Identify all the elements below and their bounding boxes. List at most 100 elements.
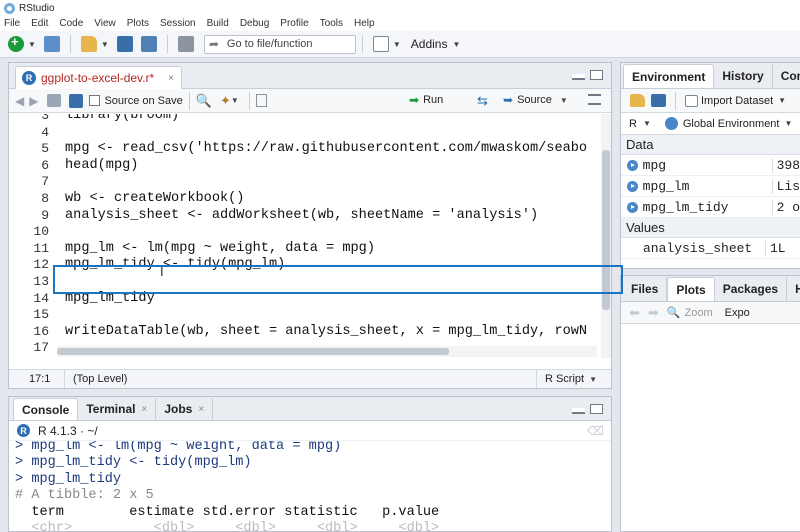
- file-type-selector[interactable]: R Script ▼: [535, 370, 611, 388]
- compile-report-icon[interactable]: [255, 94, 267, 107]
- tab-terminal-label: Terminal: [86, 402, 136, 416]
- tab-plots[interactable]: Plots: [667, 277, 715, 301]
- horizontal-scrollbar[interactable]: [57, 346, 597, 357]
- export-button[interactable]: Expo: [725, 307, 750, 319]
- menu-code[interactable]: Code: [59, 18, 83, 29]
- tab-console[interactable]: Console: [13, 398, 79, 420]
- tab-history[interactable]: History: [714, 64, 773, 88]
- console-header: R R 4.1.3 · ~/ ⌫: [9, 421, 611, 441]
- menu-help[interactable]: Help: [354, 18, 375, 29]
- show-in-window-icon[interactable]: [47, 94, 62, 107]
- menu-bar: File Edit Code View Plots Session Build …: [0, 16, 800, 31]
- open-folder-icon[interactable]: [80, 36, 97, 52]
- editor-status-bar: 17:1 (Top Level) R Script ▼: [9, 369, 611, 388]
- code-line: head(mpg): [65, 157, 139, 173]
- environment-pane: Environment History Conn Import Dataset …: [620, 62, 800, 269]
- save-icon[interactable]: [69, 93, 84, 108]
- console-line: > mpg_lm <- lm(mpg ~ weight, data = mpg): [15, 441, 342, 454]
- import-dataset-button[interactable]: Import Dataset: [701, 95, 773, 107]
- scroll-thumb[interactable]: [57, 348, 449, 355]
- divider: [166, 35, 168, 53]
- tab-environment[interactable]: Environment: [623, 64, 715, 88]
- save-icon[interactable]: [116, 36, 133, 52]
- print-icon[interactable]: [177, 36, 194, 52]
- env-variable-row[interactable]: analysis_sheet 1L: [621, 238, 800, 259]
- language-selector[interactable]: R: [629, 118, 637, 130]
- rerun-icon[interactable]: ⇆: [477, 93, 488, 109]
- source-button[interactable]: ➥ Source ▼: [503, 93, 572, 107]
- close-icon[interactable]: ×: [168, 73, 174, 84]
- save-workspace-icon[interactable]: [651, 94, 666, 107]
- chevron-down-icon[interactable]: ▼: [231, 96, 239, 105]
- editor-file-tab[interactable]: R ggplot-to-excel-dev.r* ×: [15, 66, 182, 89]
- forward-arrow-icon[interactable]: ➡: [648, 305, 659, 321]
- tab-jobs[interactable]: Jobs ×: [156, 398, 214, 420]
- chevron-down-icon[interactable]: ▼: [784, 119, 792, 128]
- tab-files[interactable]: Files: [623, 277, 668, 301]
- file-type-label: R Script: [544, 373, 585, 385]
- tab-connections[interactable]: Conn: [773, 64, 800, 88]
- maximize-pane-button[interactable]: [590, 70, 603, 80]
- scope-selector[interactable]: Global Environment: [683, 118, 780, 130]
- chevron-down-icon[interactable]: ▼: [560, 96, 568, 105]
- variable-value: Lis: [771, 178, 800, 194]
- menu-debug[interactable]: Debug: [240, 18, 269, 29]
- chevron-down-icon[interactable]: ▼: [393, 40, 401, 49]
- code-line: library(broom): [65, 114, 180, 123]
- env-variable-row[interactable]: mpg_lm Lis: [621, 176, 800, 197]
- close-icon[interactable]: ×: [198, 404, 204, 415]
- menu-edit[interactable]: Edit: [31, 18, 48, 29]
- chevron-down-icon[interactable]: ▼: [28, 40, 36, 49]
- chevron-down-icon[interactable]: ▼: [643, 119, 651, 128]
- load-workspace-icon[interactable]: [630, 94, 645, 107]
- minimize-pane-button[interactable]: [572, 74, 585, 80]
- tab-help[interactable]: He: [787, 277, 800, 301]
- tab-terminal[interactable]: Terminal ×: [78, 398, 157, 420]
- goto-file-input[interactable]: ➦ Go to file/function: [203, 34, 356, 54]
- search-icon[interactable]: 🔍: [196, 93, 212, 109]
- line-number: 15: [33, 307, 49, 323]
- expand-icon[interactable]: [627, 201, 638, 213]
- expand-icon[interactable]: [627, 159, 638, 171]
- console-output[interactable]: > mpg_lm <- lm(mpg ~ weight, data = mpg)…: [9, 441, 611, 531]
- zoom-button[interactable]: Zoom: [685, 307, 713, 319]
- chevron-down-icon[interactable]: ▼: [101, 40, 109, 49]
- new-file-icon[interactable]: [8, 34, 24, 52]
- menu-view[interactable]: View: [94, 18, 116, 29]
- maximize-pane-button[interactable]: [590, 404, 603, 414]
- tab-packages[interactable]: Packages: [715, 277, 788, 301]
- menu-profile[interactable]: Profile: [280, 18, 308, 29]
- cursor-position: 17:1: [9, 370, 65, 388]
- env-variable-row[interactable]: mpg 398: [621, 155, 800, 176]
- chevron-down-icon[interactable]: ▼: [452, 40, 460, 49]
- menu-session[interactable]: Session: [160, 18, 196, 29]
- back-arrow-icon[interactable]: ⬅: [629, 305, 640, 321]
- menu-plots[interactable]: Plots: [127, 18, 149, 29]
- magic-wand-icon[interactable]: ✦: [220, 93, 231, 109]
- menu-tools[interactable]: Tools: [320, 18, 343, 29]
- document-outline-icon[interactable]: [588, 94, 601, 105]
- menu-build[interactable]: Build: [207, 18, 229, 29]
- tab-jobs-label: Jobs: [164, 402, 193, 416]
- run-button[interactable]: ➡ Run: [409, 93, 443, 107]
- line-number: 5: [41, 141, 49, 157]
- back-arrow-icon[interactable]: ◀: [15, 94, 24, 108]
- source-label: Source: [517, 94, 552, 106]
- env-variable-row[interactable]: mpg_lm_tidy 2 o: [621, 197, 800, 218]
- clear-console-icon[interactable]: ⌫: [587, 424, 604, 438]
- save-all-icon[interactable]: [140, 36, 157, 52]
- source-on-save-checkbox[interactable]: [89, 95, 101, 106]
- close-icon[interactable]: ×: [141, 404, 147, 415]
- scope-level[interactable]: (Top Level): [65, 373, 536, 385]
- code-editor[interactable]: 3 4 5 6 7 8 9 10 11 12 13 14 15 16 17 library(broom) mp…: [9, 114, 611, 358]
- run-label: Run: [423, 94, 444, 106]
- vertical-scrollbar[interactable]: [601, 114, 611, 358]
- expand-icon[interactable]: [627, 180, 638, 192]
- chevron-down-icon[interactable]: ▼: [778, 96, 786, 105]
- addins-menu[interactable]: Addins: [411, 37, 448, 51]
- new-project-icon[interactable]: [43, 36, 60, 52]
- forward-arrow-icon[interactable]: ▶: [29, 94, 38, 108]
- menu-file[interactable]: File: [4, 18, 20, 29]
- pane-layout-icon[interactable]: [372, 36, 389, 52]
- minimize-pane-button[interactable]: [572, 408, 585, 414]
